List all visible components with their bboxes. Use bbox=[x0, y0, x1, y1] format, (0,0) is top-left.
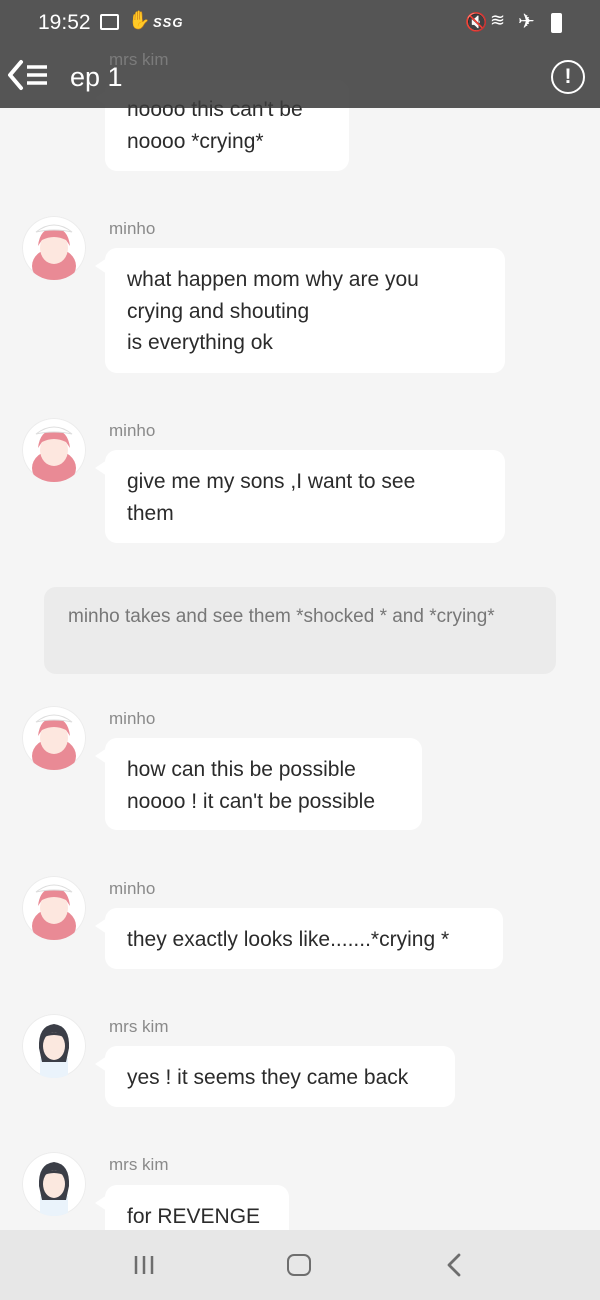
speaker-name: mrs kim bbox=[109, 1017, 169, 1036]
message-bubble: they exactly looks like.......*crying * bbox=[95, 908, 503, 969]
minho-avatar-icon[interactable] bbox=[22, 216, 86, 280]
wifi-icon: ≋ bbox=[490, 10, 506, 30]
minho-avatar-icon[interactable] bbox=[22, 706, 86, 770]
info-button[interactable]: ! bbox=[551, 60, 585, 94]
message-bubble: what happen mom why are you crying and s… bbox=[95, 248, 505, 373]
gallery-icon bbox=[100, 14, 119, 30]
speaker-name: minho bbox=[109, 219, 156, 238]
narration-box: minho takes and see them *shocked * and … bbox=[44, 587, 556, 674]
home-icon[interactable] bbox=[287, 1254, 311, 1276]
mute-icon: 🔇 bbox=[465, 12, 488, 32]
carrier-badge: SSG bbox=[153, 15, 184, 30]
back-menu-icon bbox=[8, 60, 47, 90]
speaker-name: minho bbox=[109, 709, 156, 728]
chat-thread[interactable]: noooo this can't be noooo *crying* minho… bbox=[0, 0, 600, 1230]
minho-avatar-icon[interactable] bbox=[22, 418, 86, 482]
back-menu-button[interactable] bbox=[6, 56, 52, 94]
mrs-kim-avatar-icon[interactable] bbox=[22, 1152, 86, 1216]
battery-icon bbox=[551, 13, 562, 33]
message-bubble: how can this be possible noooo ! it can'… bbox=[95, 738, 422, 830]
status-time: 19:52 bbox=[38, 11, 91, 34]
recents-icon[interactable] bbox=[133, 1255, 155, 1275]
system-nav-bar bbox=[0, 1230, 600, 1300]
back-icon[interactable] bbox=[442, 1252, 468, 1278]
mrs-kim-avatar-icon[interactable] bbox=[22, 1014, 86, 1078]
app-header: 19:52 ✋ SSG 🔇 ≋ ✈ mrs kim ep 1 ! bbox=[0, 0, 600, 108]
status-bar: 19:52 ✋ SSG 🔇 ≋ ✈ bbox=[0, 0, 600, 46]
airplane-icon: ✈ bbox=[518, 11, 535, 33]
message-bubble: for REVENGE bbox=[95, 1185, 289, 1230]
hand-icon: ✋ bbox=[128, 10, 151, 30]
episode-title: ep 1 bbox=[70, 62, 123, 92]
speaker-name: minho bbox=[109, 879, 156, 898]
minho-avatar-icon[interactable] bbox=[22, 876, 86, 940]
speaker-name: mrs kim bbox=[109, 1155, 169, 1174]
message-bubble: give me my sons ,I want to see them bbox=[95, 450, 505, 543]
speaker-name: minho bbox=[109, 421, 156, 440]
info-icon: ! bbox=[564, 65, 572, 88]
message-bubble: yes ! it seems they came back bbox=[95, 1046, 455, 1107]
